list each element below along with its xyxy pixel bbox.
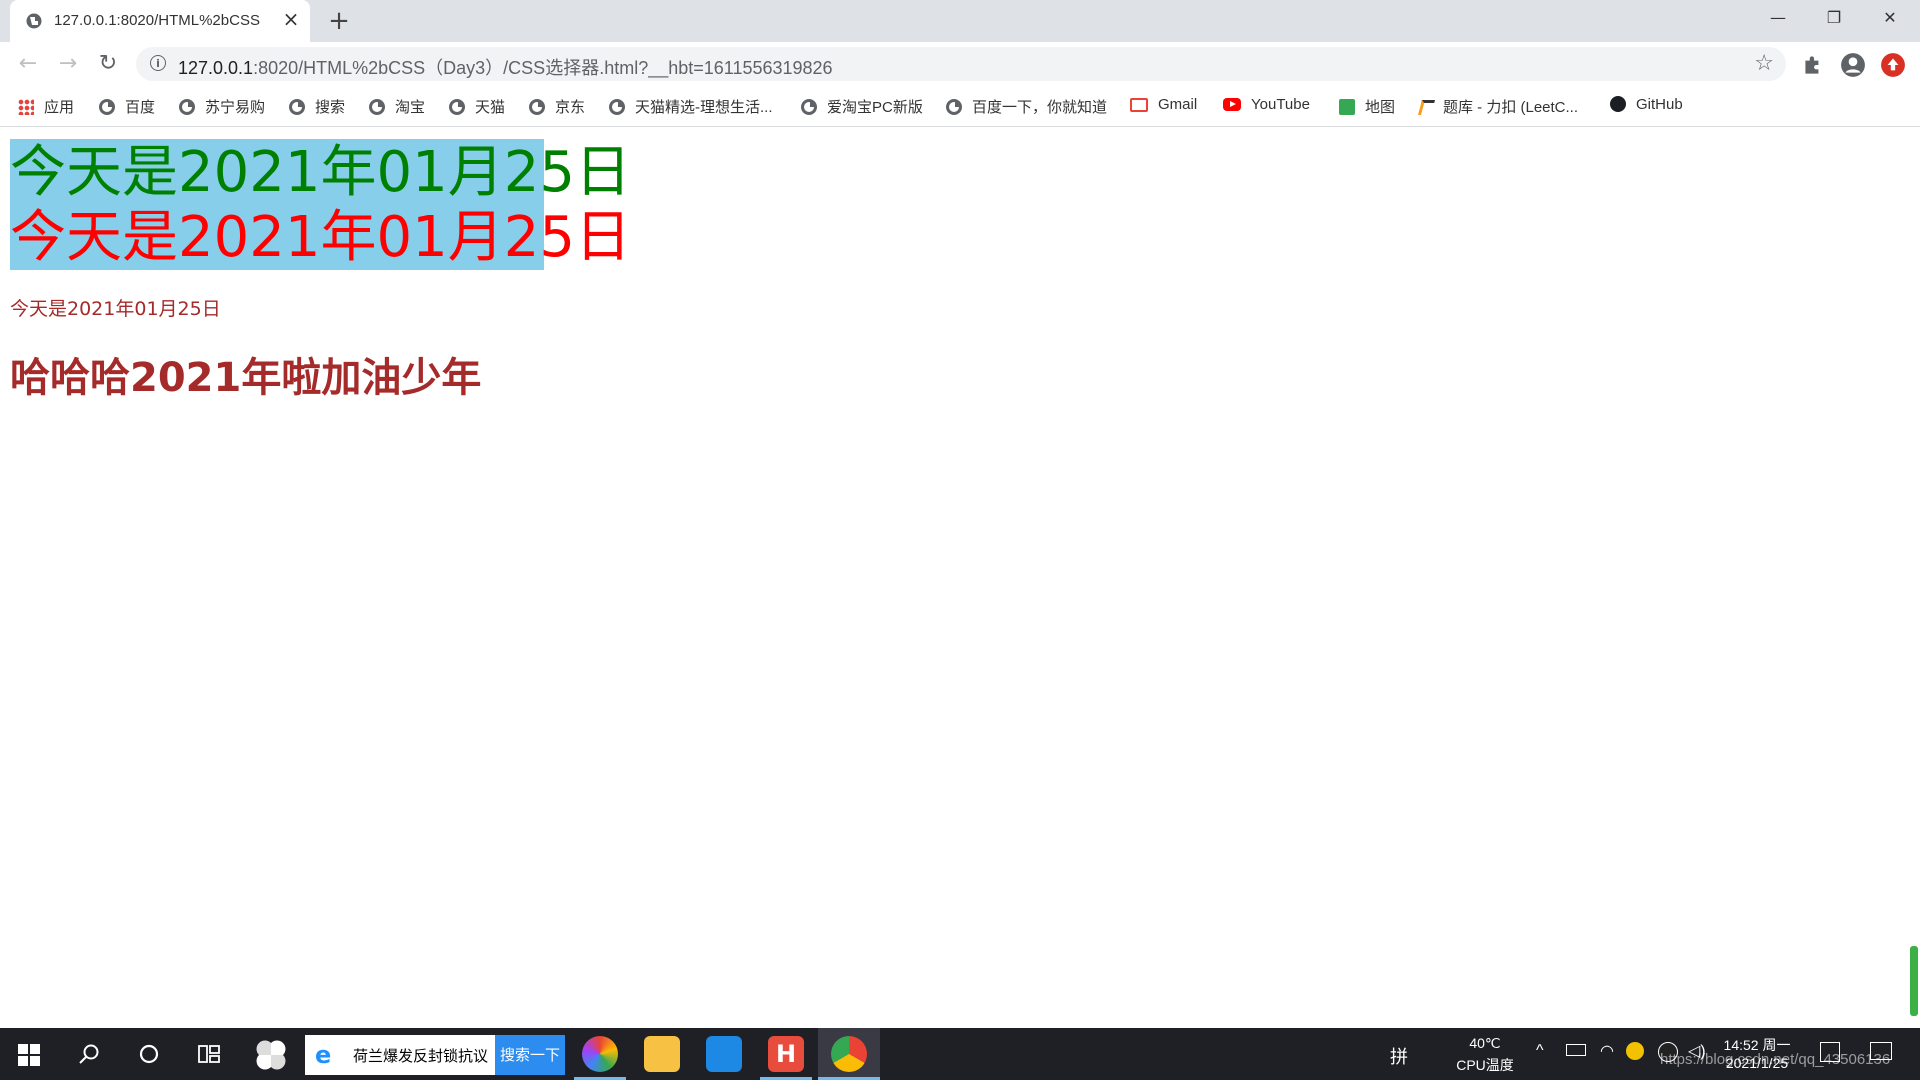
bookmark-github[interactable]: GitHub [1610,96,1683,116]
date-heading-red: 今天是2021年01月25日 [10,205,632,270]
globe-icon [289,99,305,115]
search-icon[interactable] [78,1043,100,1065]
bookmark-label: GitHub [1636,96,1683,113]
bookmark-maps[interactable]: 地图 [1339,96,1395,116]
bookmark-suning[interactable]: 苏宁易购 [179,96,265,116]
chrome-icon [831,1036,867,1072]
color-wheel-app-icon[interactable] [582,1036,618,1072]
minimize-button[interactable]: — [1750,0,1806,36]
cpu-temp-value: 40℃ [1469,1035,1501,1051]
url-path: :8020/HTML%2bCSS（Day3）/CSS选择器.html?__hbt… [253,58,833,78]
windows-start-icon[interactable] [18,1044,40,1066]
bookmark-aitaobao[interactable]: 爱淘宝PC新版 [801,96,923,116]
bookmark-tmall-select[interactable]: 天猫精选-理想生活... [609,96,773,116]
bookmark-gmail[interactable]: Gmail [1130,96,1197,116]
globe-icon [801,99,817,115]
extensions-puzzle-icon[interactable] [1800,52,1826,78]
maps-icon [1339,99,1355,115]
bookmark-youtube[interactable]: YouTube [1223,96,1310,116]
chrome-taskbar-slot[interactable] [818,1028,880,1080]
date-heading-green: 今天是2021年01月25日 [10,140,632,205]
bookmark-label: 爱淘宝PC新版 [827,99,923,116]
bookmark-label: 京东 [555,99,586,116]
bookmark-label: 淘宝 [395,99,426,116]
bookmark-baidu[interactable]: 百度 [99,96,155,116]
globe-icon [529,99,545,115]
globe-icon [26,13,42,29]
tray-app-icon[interactable] [1626,1042,1644,1060]
globe-icon [179,99,195,115]
new-tab-button[interactable]: + [324,6,354,36]
tab-strip: 127.0.0.1:8020/HTML%2bCSS × + — ❐ ✕ [0,0,1920,42]
browser-toolbar: ← → ↻ i 127.0.0.1:8020/HTML%2bCSS（Day3）/… [0,42,1920,86]
globe-icon [946,99,962,115]
ime-indicator[interactable]: 拼 [1390,1043,1408,1069]
url-host: 127.0.0.1 [178,58,254,78]
file-explorer-icon[interactable] [644,1036,680,1072]
globe-icon [449,99,465,115]
bookmark-label: YouTube [1251,96,1310,113]
bookmark-star-icon[interactable]: ☆ [1754,51,1774,76]
info-icon[interactable]: i [150,55,166,71]
bookmark-label: 题库 - 力扣 (LeetC... [1443,99,1579,116]
tab-title: 127.0.0.1:8020/HTML%2bCSS [54,12,260,29]
bookmark-baidu-search[interactable]: 百度一下，你就知道 [946,96,1107,116]
bookmark-leetcode[interactable]: 题库 - 力扣 (LeetC... [1417,96,1579,116]
pinwheel-app-icon[interactable] [256,1040,286,1070]
update-icon[interactable] [1880,52,1906,78]
globe-icon [369,99,385,115]
wifi-icon[interactable]: ◠ [1600,1041,1614,1061]
bookmarks-bar: 应用 百度 苏宁易购 搜索 淘宝 天猫 京东 天猫精选-理想生活... 爱淘宝P… [0,86,1920,127]
forward-button[interactable]: → [52,48,84,80]
hbuilder-icon[interactable]: H [768,1036,804,1072]
bold-heading: 哈哈哈2021年啦加油少年 [10,355,482,401]
taskbar-search-box[interactable]: e 荷兰爆发反封锁抗议 搜索一下 [305,1035,565,1075]
url-text[interactable]: 127.0.0.1:8020/HTML%2bCSS（Day3）/CSS选择器.h… [178,54,833,80]
leetcode-icon [1417,100,1436,115]
scrollbar-thumb[interactable] [1910,946,1918,1016]
chevron-up-icon[interactable]: ^ [1536,1042,1544,1060]
bookmark-taobao[interactable]: 淘宝 [369,96,425,116]
back-button[interactable]: ← [12,48,44,80]
bookmark-tmall[interactable]: 天猫 [449,96,505,116]
bookmark-label: 百度一下，你就知道 [972,99,1108,116]
tab-active[interactable]: 127.0.0.1:8020/HTML%2bCSS × [10,0,310,42]
globe-icon [609,99,625,115]
bookmark-label: Gmail [1158,96,1198,113]
globe-icon [99,99,115,115]
date-text-small: 今天是2021年01月25日 [10,298,221,320]
bookmark-label: 天猫 [475,99,506,116]
address-bar[interactable]: i 127.0.0.1:8020/HTML%2bCSS（Day3）/CSS选择器… [136,47,1786,81]
bookmark-label: 地图 [1365,99,1396,116]
bookmark-label: 应用 [44,99,75,116]
taskbar-search-text: 荷兰爆发反封锁抗议 [353,1047,489,1065]
watermark-text: https://blog.csdn.net/qq_43506136 [1660,1051,1891,1068]
bookmark-apps[interactable]: 应用 [18,96,74,116]
close-tab-icon[interactable]: × [280,8,302,30]
bookmark-label: 苏宁易购 [205,99,266,116]
ie-icon: e [315,1041,332,1069]
cortana-icon[interactable] [138,1043,160,1065]
bookmark-label: 百度 [125,99,156,116]
youtube-icon [1223,98,1241,111]
github-icon [1610,96,1626,112]
close-window-button[interactable]: ✕ [1862,0,1918,36]
restore-button[interactable]: ❐ [1806,0,1862,36]
reload-button[interactable]: ↻ [92,48,124,80]
page-content: 今天是2021年01月25日 今天是2021年01月25日 今天是2021年01… [0,127,1920,1027]
bookmark-search[interactable]: 搜索 [289,96,345,116]
bookmark-label: 天猫精选-理想生活... [635,99,773,116]
cpu-temp-label: CPU温度 [1456,1057,1514,1073]
gmail-icon [1130,98,1148,112]
taskbar-search-button[interactable]: 搜索一下 [495,1035,565,1075]
bookmark-jd[interactable]: 京东 [529,96,585,116]
battery-icon[interactable] [1566,1044,1586,1056]
apps-grid-icon [18,99,34,115]
bookmark-label: 搜索 [315,99,346,116]
task-view-icon[interactable] [198,1043,220,1065]
taskbar: e 荷兰爆发反封锁抗议 搜索一下 H 拼 40℃ CPU温度 ^ ◠ ◁) 14… [0,1028,1920,1080]
mail-icon[interactable] [706,1036,742,1072]
profile-avatar-icon[interactable] [1840,52,1866,78]
